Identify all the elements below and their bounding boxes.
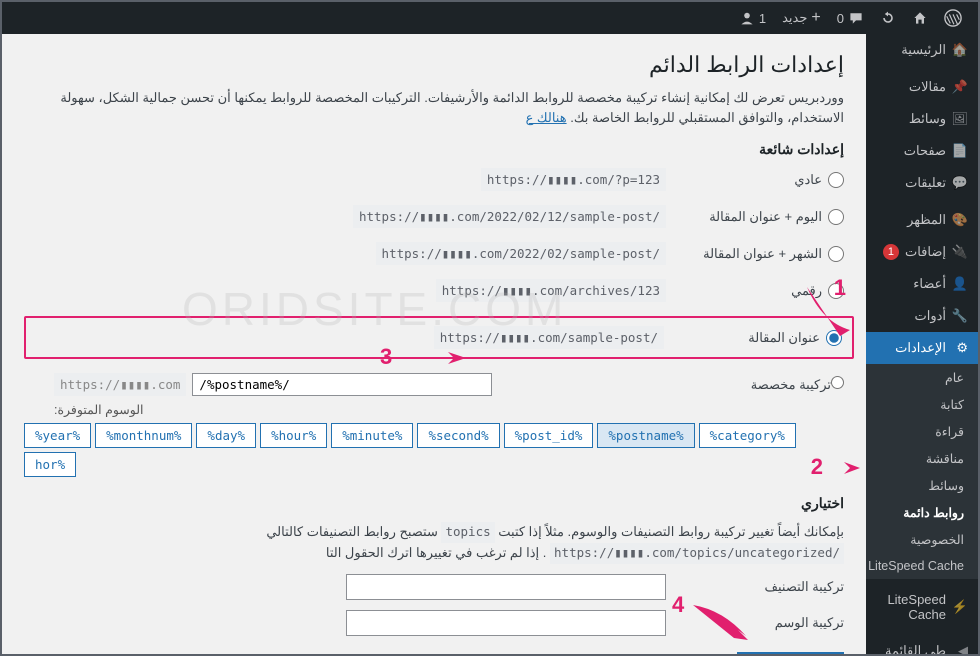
- custom-structure-input[interactable]: [192, 373, 492, 396]
- sample-numeric: https://▮▮▮▮.com/archives/123: [436, 279, 666, 302]
- comment-icon: 💬: [952, 175, 968, 191]
- menu-users[interactable]: 👤أعضاء: [866, 268, 978, 300]
- menu-appearance[interactable]: 🎨المظهر: [866, 204, 978, 236]
- tag-category[interactable]: %category%: [699, 423, 796, 448]
- menu-collapse[interactable]: ◀طي القائمة: [866, 635, 978, 654]
- intro-link[interactable]: هنالك ع: [526, 110, 567, 125]
- category-base-row: تركيبة التصنيف: [24, 574, 844, 600]
- category-base-label: تركيبة التصنيف: [684, 579, 844, 595]
- tag-monthnum[interactable]: %monthnum%: [95, 423, 192, 448]
- tag-hour[interactable]: %hour%: [260, 423, 327, 448]
- tag-postid[interactable]: %post_id%: [504, 423, 594, 448]
- menu-litespeed[interactable]: ⚡LiteSpeed Cache: [866, 584, 978, 630]
- sub-media[interactable]: وسائط: [866, 472, 978, 499]
- sample-plain: https://▮▮▮▮.com/?p=123: [481, 168, 666, 191]
- new-content[interactable]: + جديد: [774, 9, 829, 27]
- common-settings-head: إعدادات شائعة: [24, 141, 844, 158]
- optional-desc: بإمكانك أيضاً تغيير تركيبة روابط التصنيف…: [24, 522, 844, 564]
- optional-head: اختياري: [24, 495, 844, 512]
- sample-day: https://▮▮▮▮.com/2022/02/12/sample-post/: [353, 205, 666, 228]
- tag-base-label: تركيبة الوسم: [684, 615, 844, 631]
- tag-minute[interactable]: %minute%: [331, 423, 413, 448]
- tag-postname[interactable]: %postname%: [597, 423, 694, 448]
- wrench-icon: 🔧: [952, 308, 968, 324]
- option-plain-row: عادي https://▮▮▮▮.com/?p=123: [24, 168, 844, 191]
- menu-media[interactable]: 🖼وسائط: [866, 103, 978, 135]
- tag-year[interactable]: %year%: [24, 423, 91, 448]
- menu-tools[interactable]: 🔧أدوات: [866, 300, 978, 332]
- radio-postname[interactable]: [826, 330, 842, 346]
- menu-posts[interactable]: 📌مقالات: [866, 71, 978, 103]
- option-numeric[interactable]: رقمي: [684, 283, 844, 299]
- radio-custom[interactable]: [831, 376, 844, 389]
- radio-day[interactable]: [828, 209, 844, 225]
- pin-icon: 📌: [952, 79, 968, 95]
- user-icon: 👤: [952, 276, 968, 292]
- option-day-row: اليوم + عنوان المقالة https://▮▮▮▮.com/2…: [24, 205, 844, 228]
- radio-numeric[interactable]: [828, 283, 844, 299]
- menu-comments[interactable]: 💬تعليقات: [866, 167, 978, 199]
- user-count: 1: [759, 11, 766, 26]
- tag-base-input[interactable]: [346, 610, 666, 636]
- sub-reading[interactable]: قراءة: [866, 418, 978, 445]
- option-month-row: الشهر + عنوان المقالة https://▮▮▮▮.com/2…: [24, 242, 844, 265]
- collapse-icon: ◀: [952, 643, 968, 654]
- content-area: إعدادات الرابط الدائم ووردبريس تعرض لك إ…: [2, 34, 866, 654]
- option-postname-row: عنوان المقالة https://▮▮▮▮.com/sample-po…: [24, 316, 854, 359]
- wp-logo-icon[interactable]: [936, 9, 970, 27]
- bolt-icon: ⚡: [952, 599, 968, 615]
- media-icon: 🖼: [952, 111, 968, 127]
- option-day[interactable]: اليوم + عنوان المقالة: [684, 209, 844, 225]
- tag-buttons: %year% %monthnum% %day% %hour% %minute% …: [24, 423, 844, 477]
- sub-discussion[interactable]: مناقشة: [866, 445, 978, 472]
- admin-sidebar: 🏠الرئيسية 📌مقالات 🖼وسائط 📄صفحات 💬تعليقات…: [866, 34, 978, 654]
- tag-base-row: تركيبة الوسم: [24, 610, 844, 636]
- option-postname[interactable]: عنوان المقالة: [682, 330, 842, 346]
- save-button[interactable]: حفظ التغييرات: [737, 652, 844, 655]
- sub-permalinks[interactable]: روابط دائمة: [866, 499, 978, 526]
- menu-settings[interactable]: ⚙الإعدادات: [866, 332, 978, 364]
- sub-litespeed[interactable]: LiteSpeed Cache: [866, 553, 978, 579]
- option-custom[interactable]: تركيبة مخصصة: [751, 376, 844, 393]
- menu-plugins[interactable]: 🔌إضافات1: [866, 236, 978, 268]
- dashboard-icon: 🏠: [952, 42, 968, 58]
- menu-pages[interactable]: 📄صفحات: [866, 135, 978, 167]
- option-numeric-row: رقمي https://▮▮▮▮.com/archives/123: [24, 279, 844, 302]
- menu-dashboard[interactable]: 🏠الرئيسية: [866, 34, 978, 66]
- settings-submenu: عام كتابة قراءة مناقشة وسائط روابط دائمة…: [866, 364, 978, 579]
- comments-count[interactable]: 0: [829, 10, 872, 26]
- tags-hint: الوسوم المتوفرة:: [54, 402, 844, 417]
- custom-prefix: https://▮▮▮▮.com: [54, 373, 186, 396]
- tag-day[interactable]: %day%: [196, 423, 256, 448]
- updates-icon[interactable]: [872, 10, 904, 26]
- sample-month: https://▮▮▮▮.com/2022/02/sample-post/: [376, 242, 666, 265]
- plugin-icon: 🔌: [952, 244, 968, 260]
- page-title: إعدادات الرابط الدائم: [24, 52, 844, 78]
- option-custom-row: تركيبة مخصصة https://▮▮▮▮.com: [24, 373, 844, 396]
- radio-month[interactable]: [828, 246, 844, 262]
- category-base-input[interactable]: [346, 574, 666, 600]
- admin-bar: 0 + جديد 1: [2, 2, 978, 34]
- sample-postname: https://▮▮▮▮.com/sample-post/: [434, 326, 664, 349]
- brush-icon: 🎨: [952, 212, 968, 228]
- gear-icon: ⚙: [952, 340, 968, 356]
- plugin-badge: 1: [883, 244, 899, 260]
- sub-general[interactable]: عام: [866, 364, 978, 391]
- page-icon: 📄: [952, 143, 968, 159]
- intro-text: ووردبريس تعرض لك إمكانية إنشاء تركيبة مخ…: [24, 88, 844, 127]
- new-label: جديد: [782, 10, 807, 26]
- option-plain[interactable]: عادي: [684, 172, 844, 188]
- option-month[interactable]: الشهر + عنوان المقالة: [684, 246, 844, 262]
- home-icon[interactable]: [904, 10, 936, 26]
- sub-privacy[interactable]: الخصوصية: [866, 526, 978, 553]
- radio-plain[interactable]: [828, 172, 844, 188]
- user-greeting[interactable]: 1: [731, 10, 774, 26]
- tag-author-cut[interactable]: hor%: [24, 452, 76, 477]
- comments-badge: 0: [837, 11, 844, 26]
- sub-writing[interactable]: كتابة: [866, 391, 978, 418]
- tag-second[interactable]: %second%: [417, 423, 499, 448]
